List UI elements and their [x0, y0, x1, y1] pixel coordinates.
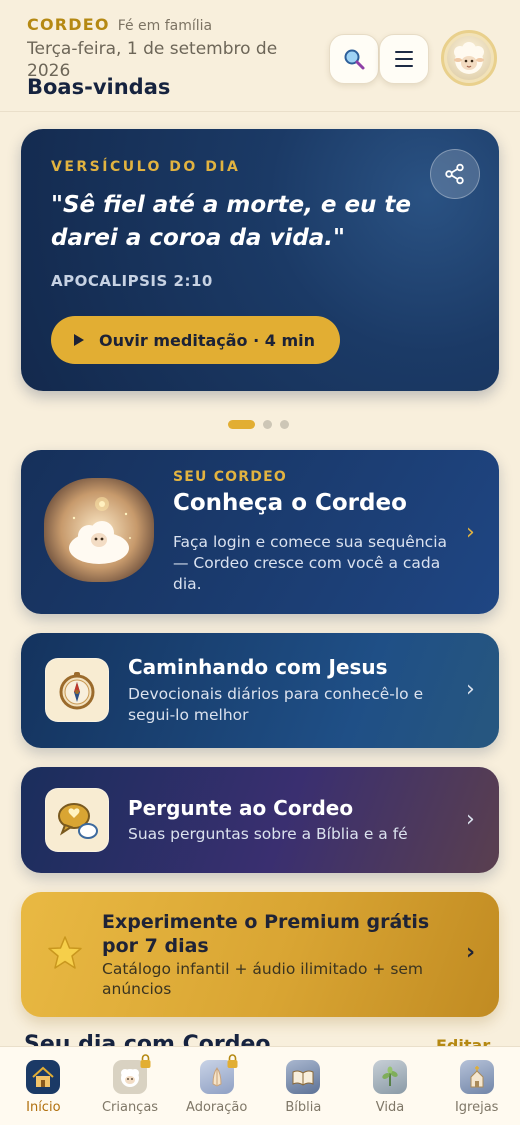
brand-tagline: Fé em família	[117, 18, 213, 34]
star-icon	[47, 935, 83, 975]
cordeo-eyebrow: SEU CORDEO	[173, 469, 287, 485]
feature-title: Caminhando com Jesus	[128, 655, 388, 679]
lamb-avatar-icon	[447, 36, 491, 80]
home-icon	[26, 1060, 61, 1094]
menu-icon	[395, 51, 413, 67]
lock-icon	[140, 1054, 151, 1068]
nav-label: Crianças	[101, 1100, 159, 1115]
carousel-dot-active[interactable]	[228, 420, 255, 429]
bottom-navigation: Início Crianças Adoração Bíblia Vida Igr…	[0, 1046, 520, 1125]
verse-reference: APOCALIPSIS 2:10	[51, 272, 213, 290]
verse-text: "Sê fiel até a morte, e eu te darei a co…	[51, 192, 412, 251]
verse-of-the-day-card[interactable]: VERSÍCULO DO DIA "Sê fiel até a morte, e…	[21, 129, 499, 391]
meet-cordeo-card[interactable]: SEU CORDEO Conheça o Cordeo Faça login e…	[21, 450, 499, 614]
walking-with-jesus-card[interactable]: Caminhando com Jesus Devocionais diários…	[21, 633, 499, 748]
brand-name: CORDEO	[27, 15, 110, 34]
current-date: Terça-feira, 1 de setembro de 2026	[27, 39, 278, 76]
chevron-right-icon: ›	[466, 677, 475, 702]
nav-label: Igrejas	[454, 1100, 499, 1115]
feature-description: Devocionais diários para conhecê-lo e se…	[128, 685, 424, 724]
carousel-indicator	[228, 420, 289, 429]
verse-label: VERSÍCULO DO DIA	[51, 159, 241, 175]
nav-item-criancas[interactable]: Crianças	[87, 1047, 174, 1125]
nav-label: Início	[26, 1100, 61, 1115]
cordeo-description: Faça login e comece sua sequência — Cord…	[173, 533, 447, 593]
page-title: Boas-vindas	[27, 75, 171, 99]
chat-bubble-icon	[45, 788, 109, 852]
premium-title: Experimente o Premium grátis por 7 dias	[102, 911, 430, 957]
nav-label: Adoração	[186, 1100, 248, 1115]
nav-item-inicio[interactable]: Início	[0, 1047, 87, 1125]
premium-trial-card[interactable]: Experimente o Premium grátis por 7 dias …	[21, 892, 499, 1017]
cordeo-title: Conheça o Cordeo	[173, 490, 407, 516]
compass-icon	[45, 658, 109, 722]
listen-meditation-button[interactable]: Ouvir meditação · 4 min	[51, 316, 340, 364]
chevron-right-icon: ›	[466, 940, 476, 965]
search-button[interactable]	[329, 34, 379, 84]
listen-meditation-label: Ouvir meditação · 4 min	[99, 330, 316, 350]
church-icon	[459, 1060, 494, 1094]
lock-icon	[227, 1054, 238, 1068]
cordeo-lamb-illustration	[44, 478, 154, 582]
search-icon	[344, 49, 365, 70]
chevron-right-icon: ›	[466, 807, 475, 832]
profile-avatar-button[interactable]	[441, 30, 497, 86]
nav-item-biblia[interactable]: Bíblia	[260, 1047, 347, 1125]
nav-label: Vida	[375, 1100, 405, 1115]
premium-description: Catálogo infantil + áudio ilimitado + se…	[102, 960, 424, 998]
nav-label: Bíblia	[285, 1100, 322, 1115]
bible-icon	[286, 1060, 321, 1094]
share-icon	[445, 163, 464, 185]
nav-item-vida[interactable]: Vida	[347, 1047, 434, 1125]
ask-cordeo-card[interactable]: Pergunte ao Cordeo Suas perguntas sobre …	[21, 767, 499, 873]
brand-row: CORDEO Fé em família	[27, 15, 212, 34]
nav-item-adoracao[interactable]: Adoração	[173, 1047, 260, 1125]
lamb-icon	[113, 1054, 151, 1094]
menu-button[interactable]	[379, 34, 429, 84]
chevron-right-icon: ›	[466, 520, 475, 545]
feature-description: Suas perguntas sobre a Bíblia e a fé	[128, 825, 408, 843]
carousel-dot[interactable]	[263, 420, 272, 429]
praying-hands-icon	[199, 1054, 238, 1094]
app-header: CORDEO Fé em família Terça-feira, 1 de s…	[0, 0, 520, 112]
plant-icon	[373, 1060, 408, 1094]
play-icon	[74, 334, 84, 346]
nav-item-igrejas[interactable]: Igrejas	[433, 1047, 520, 1125]
feature-title: Pergunte ao Cordeo	[128, 796, 354, 820]
carousel-dot[interactable]	[280, 420, 289, 429]
